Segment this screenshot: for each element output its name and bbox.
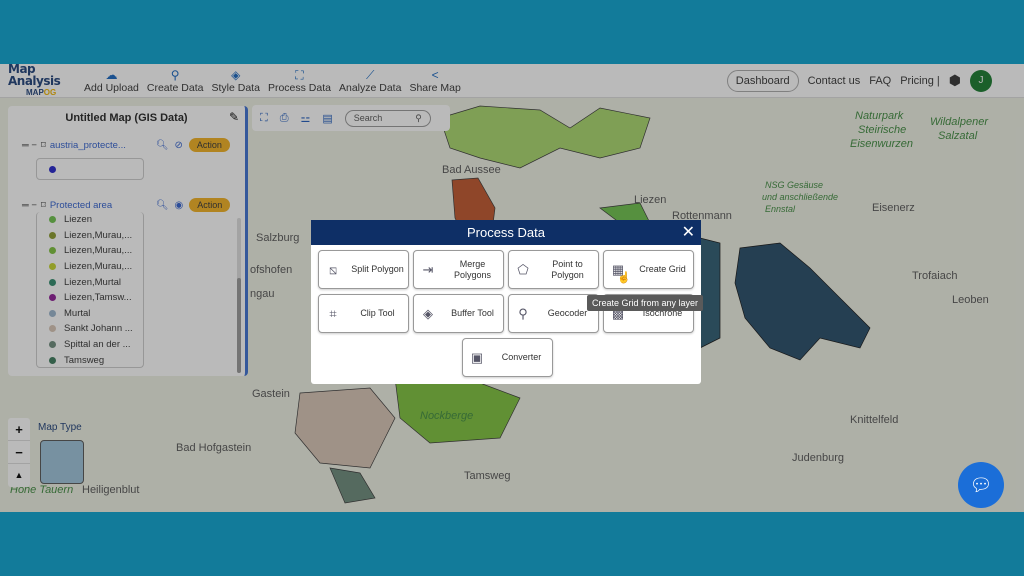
point-polygon-icon: ⬠	[517, 261, 529, 277]
process-data-modal: Process Data ✕ ⧅ Split Polygon ⇥ Merge Poly…	[311, 220, 704, 384]
merge-polygons-button[interactable]: ⇥ Merge Polygons	[413, 250, 504, 289]
layers-icon: ◈	[423, 305, 433, 321]
geocoder-button[interactable]: ⚲ Geocoder	[508, 294, 599, 333]
close-icon[interactable]: ✕	[682, 220, 695, 245]
app-window: Map Analysis MAPOG ☁ Add Upload ⚲ Create Da…	[0, 64, 1024, 512]
buffer-tool-button[interactable]: ◈ Buffer Tool	[413, 294, 504, 333]
chat-icon: 💬︎	[969, 474, 993, 495]
modal-title: Process Data	[466, 225, 546, 240]
tooltip: Create Grid from any layer	[587, 295, 704, 311]
crop-icon: ⌗	[329, 305, 337, 321]
converter-button[interactable]: ▣ Converter	[462, 338, 553, 377]
chat-button[interactable]: 💬︎	[958, 462, 1004, 508]
location-pin-icon: ⚲	[518, 305, 528, 321]
hand-cursor-icon: ☝	[617, 272, 631, 284]
clip-tool-button[interactable]: ⌗ Clip Tool	[318, 294, 409, 333]
split-polygon-button[interactable]: ⧅ Split Polygon	[318, 250, 409, 289]
point-to-polygon-button[interactable]: ⬠ Point to Polygon	[508, 250, 599, 289]
merge-icon: ⇥	[422, 261, 434, 277]
split-icon: ⧅	[328, 261, 338, 277]
converter-icon: ▣	[470, 349, 484, 365]
